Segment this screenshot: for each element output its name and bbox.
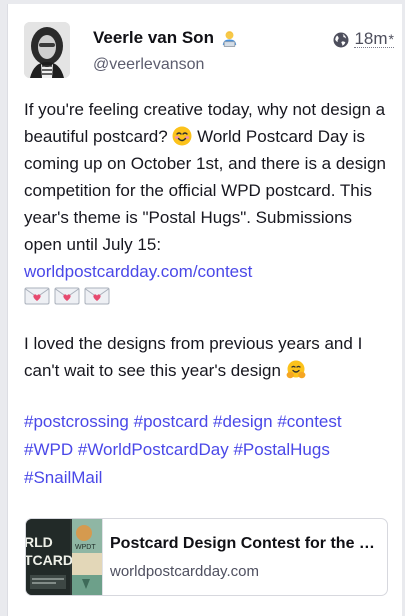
avatar[interactable]	[24, 22, 70, 78]
hashtag-link[interactable]: #contest	[277, 412, 341, 431]
status-content: If you're feeling creative today, why no…	[24, 96, 392, 492]
link-preview-title[interactable]: Postcard Design Contest for the official…	[110, 535, 380, 553]
contest-link[interactable]: worldpostcardday.com/contest	[24, 262, 252, 281]
status-paragraph-1: If you're feeling creative today, why no…	[24, 96, 392, 306]
thumb-text-2: TCARD	[26, 552, 73, 568]
display-name[interactable]: Veerle van Son	[93, 28, 214, 48]
link-preview-domain: worldpostcardday.com	[110, 563, 259, 580]
hashtag-list: #postcrossing #postcard #design #contest…	[24, 408, 392, 492]
paragraph-2-text: I loved the designs from previous years …	[24, 334, 363, 380]
status-header: Veerle van Son @veerlevanson 18m*	[24, 22, 394, 78]
love-letter-emoji-icon	[84, 287, 110, 305]
technologist-emoji-icon	[222, 30, 237, 47]
hashtag-link[interactable]: #WPD	[24, 440, 73, 459]
thumb-text-3: WPDT	[75, 544, 96, 551]
hashtag-link[interactable]: #postcrossing	[24, 412, 129, 431]
status-paragraph-2: I loved the designs from previous years …	[24, 330, 392, 384]
status-meta: 18m*	[333, 30, 394, 48]
thumb-text-1: RLD	[26, 534, 53, 550]
status-timestamp[interactable]: 18m*	[354, 30, 394, 48]
edited-marker[interactable]: *	[389, 31, 394, 47]
smiling-face-emoji-icon	[172, 126, 192, 146]
globe-icon	[333, 32, 349, 47]
link-preview-card[interactable]: RLD TCARD WPDT Postcard Design Contest f…	[25, 518, 388, 596]
love-letter-emoji-icon	[24, 287, 50, 305]
display-name-row[interactable]: Veerle van Son	[93, 28, 239, 48]
link-preview-thumbnail[interactable]: RLD TCARD WPDT	[26, 519, 103, 595]
love-letter-emoji-icon	[54, 287, 80, 305]
hashtag-link[interactable]: #SnailMail	[24, 468, 102, 487]
love-letter-emoji-row	[24, 286, 392, 306]
status-card[interactable]: Veerle van Son @veerlevanson 18m* If you…	[7, 4, 402, 616]
hashtag-link[interactable]: #WorldPostcardDay	[78, 440, 229, 459]
hashtag-link[interactable]: #design	[213, 412, 273, 431]
account-handle[interactable]: @veerlevanson	[93, 56, 204, 74]
hashtag-link[interactable]: #postcard	[134, 412, 209, 431]
hashtag-link[interactable]: #PostalHugs	[233, 440, 329, 459]
paragraph-1-continued: World Postcard Day is coming up on Octob…	[24, 127, 386, 254]
hugging-face-emoji-icon	[286, 360, 306, 379]
